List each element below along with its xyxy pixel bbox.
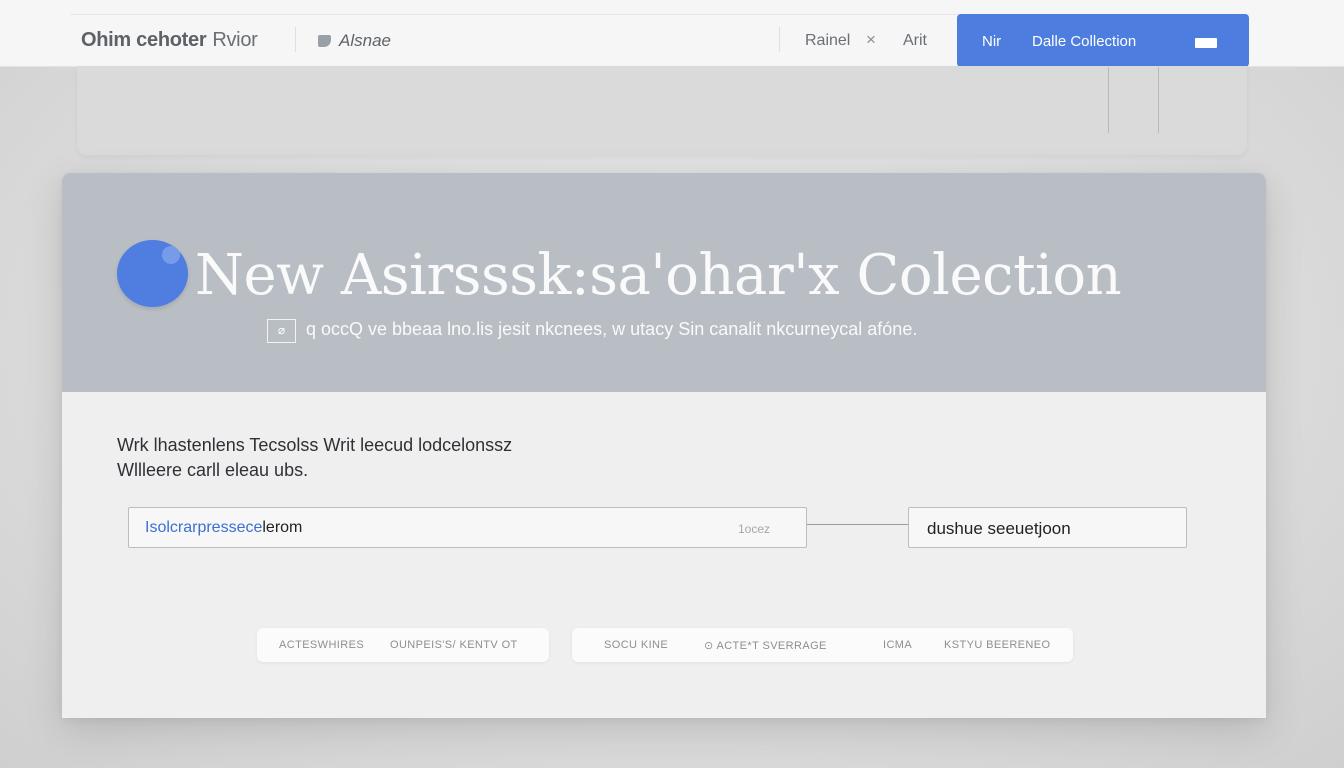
background-divider [1158,67,1159,133]
collection-url-input[interactable]: Isolcrarpressecelerom 1ocez [128,507,807,548]
background-divider [1108,67,1109,133]
select-value: dushue seeuetjoon [927,519,1071,538]
primary-button-left-label: Nir [982,33,1002,50]
app-title-text: Ohim cehoter [81,29,207,51]
file-tab-label: Alsnae [339,31,391,50]
description-line: Wrk lhastenlens Tecsolss Writ leecud lod… [117,435,513,455]
collection-badge-icon [117,240,188,307]
pill-option[interactable]: ACTESWHIRES [279,639,364,651]
toolbar-item-arit[interactable]: Arit [903,32,927,50]
url-value-highlight: Isolcrarpressece [145,519,263,536]
close-icon[interactable]: × [866,30,876,50]
dialog-title: New Asirsssk:sa'ohar'x Colection [195,243,1122,308]
primary-button-label: Dalle Collection [1032,33,1137,50]
option-pill-group[interactable]: SOCU KINE ⊙ ACTE*T SVERRAGE ICMA KSTYU B… [572,628,1073,662]
dialog-header: New Asirsssk:sa'ohar'x Colection ⌀ q occ… [62,173,1266,392]
toolbar-divider [295,27,296,52]
background-card [77,66,1247,155]
url-input-hint: 1ocez [737,522,770,536]
url-input-value: Isolcrarpressecelerom [145,519,302,537]
option-pill-group[interactable]: ACTESWHIRES OUNPEIS'S/ KENTV OT [257,628,549,662]
new-collection-dialog: New Asirsssk:sa'ohar'x Colection ⌀ q occ… [62,173,1266,718]
file-tab[interactable]: Alsnae [318,31,391,51]
subtitle-icon: ⌀ [267,319,296,343]
description-line: Wllleere carll eleau ubs. [117,460,309,480]
field-connector-line [807,524,908,525]
toolbar-item-rainel[interactable]: Rainel [805,32,850,50]
dialog-subtitle: q occQ ve bbeaa lno.lis jesit nkcnees, w… [306,319,918,339]
pill-option[interactable]: SOCU KINE [604,639,668,651]
bar-icon [1195,38,1217,48]
app-subtitle: Rvior [212,29,258,51]
pill-option[interactable]: ⊙ ACTE*T SVERRAGE [704,639,827,652]
url-value-rest: lerom [262,519,303,536]
pill-option[interactable]: KSTYU BEERENEO [944,639,1050,651]
app-title: Ohim cehoter Rvior [81,29,258,52]
collection-type-select[interactable]: dushue seeuetjoon [908,507,1187,548]
file-icon [318,35,331,47]
pill-option[interactable]: OUNPEIS'S/ KENTV OT [390,639,518,651]
dialog-description: Wrk lhastenlens Tecsolss Writ leecud lod… [117,433,637,483]
toolbar-divider [779,27,780,52]
add-to-collection-button[interactable]: Nir Dalle Collection [957,14,1249,67]
pill-option[interactable]: ICMA [883,639,912,651]
